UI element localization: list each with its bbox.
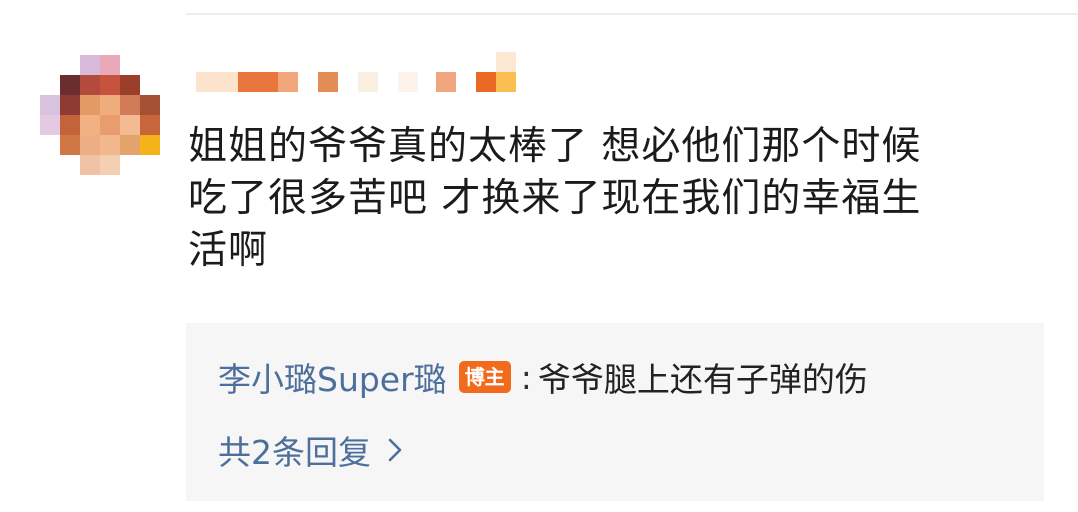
more-replies-link[interactable]: 共2条回复: [218, 426, 403, 474]
reply-item[interactable]: 李小璐Super璐 博主 : 爷爷腿上还有子弹的伤: [218, 353, 868, 401]
reply-preview[interactable]: 李小璐Super璐 博主 : 爷爷腿上还有子弹的伤 共2条回复: [186, 323, 1044, 501]
comment-screen: 姐姐的爷爷真的太棒了 想必他们那个时候 吃了很多苦吧 才换来了现在我们的幸福生 …: [0, 0, 1078, 512]
author-badge: 博主: [458, 361, 511, 393]
more-replies-label: 共2条回复: [218, 433, 371, 472]
username[interactable]: [196, 52, 526, 96]
comment-text: 姐姐的爷爷真的太棒了 想必他们那个时候 吃了很多苦吧 才换来了现在我们的幸福生 …: [188, 124, 922, 273]
divider: [186, 13, 1078, 15]
chevron-right-icon: [388, 438, 402, 462]
reply-content: 爷爷腿上还有子弹的伤: [537, 360, 868, 399]
reply-separator: :: [520, 357, 532, 397]
reply-author-link[interactable]: 李小璐Super璐: [218, 353, 447, 401]
avatar[interactable]: [40, 55, 160, 175]
